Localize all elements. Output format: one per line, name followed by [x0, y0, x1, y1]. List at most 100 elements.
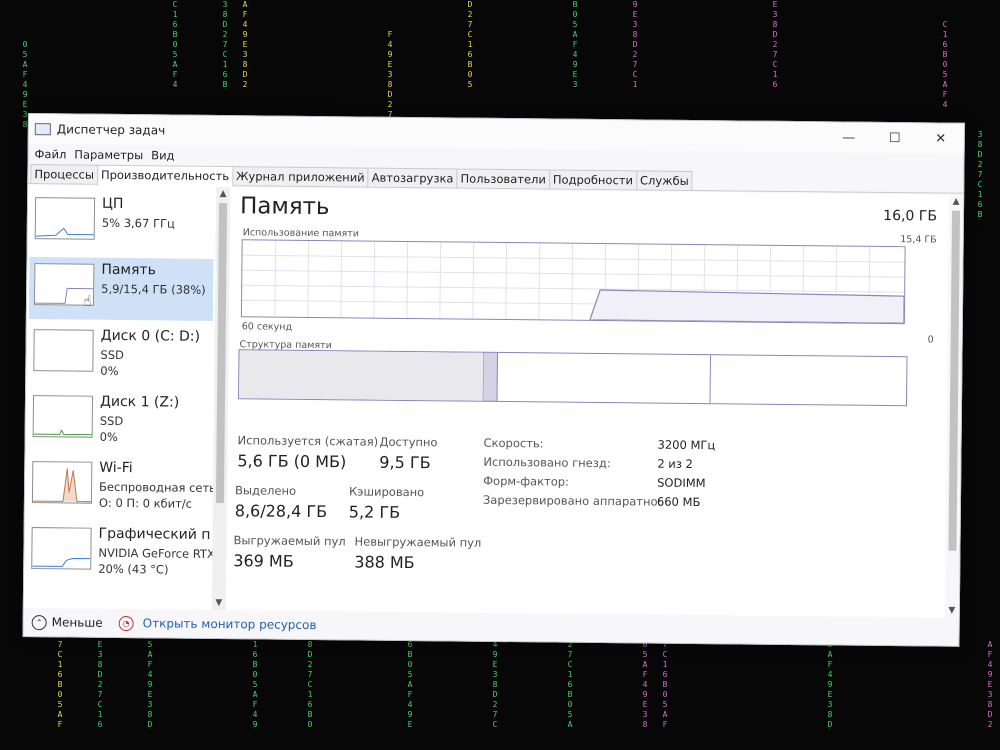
scroll-down-icon[interactable]: ▼ — [945, 604, 959, 618]
matrix-column: B 0 5 A F 4 9 E 3 — [572, 0, 578, 89]
matrix-column: 7 C 1 6 B 0 5 A F — [57, 640, 63, 729]
graph-time-end: 0 — [927, 334, 934, 346]
sidebar-item-gpu[interactable]: Графический п NVIDIA GeForce RTX 20% (43… — [26, 521, 215, 585]
matrix-column: 6 B 0 5 A F 4 9 E — [407, 640, 413, 729]
hardware-reserved-value: 660 МБ — [656, 494, 701, 510]
nonpaged-pool-label: Невыгружаемый пул — [354, 534, 482, 550]
maximize-button[interactable]: ☐ — [872, 123, 918, 153]
matrix-column: 5 A F 4 9 E 3 8 D — [827, 640, 833, 729]
cpu-thumbnail-graph — [34, 197, 96, 240]
matrix-column: A F 4 9 E 3 8 D 2 — [242, 0, 248, 89]
matrix-column: F 4 9 E 3 8 D 2 7 — [387, 30, 393, 119]
hardware-reserved-label: Зарезервировано аппаратно: — [482, 492, 662, 509]
matrix-column: D 2 7 C 1 6 B 0 5 — [467, 0, 473, 89]
tab-startup[interactable]: Автозагрузка — [367, 167, 458, 188]
form-factor-label: Форм-фактор: — [483, 473, 570, 489]
tab-processes[interactable]: Процессы — [30, 164, 99, 184]
wifi-thumbnail-graph — [31, 461, 93, 504]
tab-details[interactable]: Подробности — [548, 169, 638, 190]
sidebar-item-usage: 20% (43 °C) — [98, 561, 169, 577]
matrix-column: 4 9 E 3 8 D 2 7 C — [492, 640, 498, 729]
committed-label: Выделено — [234, 483, 297, 498]
sidebar-item-usage: 0% — [100, 363, 119, 378]
memory-usage-graph — [240, 239, 906, 325]
sidebar-item-title: Диск 1 (Z:) — [99, 393, 180, 411]
matrix-column: E 3 8 D 2 7 C 1 6 — [772, 0, 778, 89]
menu-file[interactable]: Файл — [30, 147, 70, 161]
minimize-button[interactable]: — — [826, 122, 872, 152]
paged-pool-label: Выгружаемый пул — [233, 533, 346, 549]
sidebar-item-detail: Беспроводная сеть — [99, 479, 217, 495]
scrollbar-thumb[interactable] — [948, 210, 961, 551]
sidebar-item-title: ЦП — [101, 195, 124, 213]
sidebar-item-usage: О: 0 П: 0 кбит/с — [98, 495, 193, 511]
matrix-column: 2 7 C 1 6 B 0 5 A — [567, 640, 573, 729]
memory-composition-bar — [238, 349, 908, 407]
page-title: Память — [239, 193, 330, 221]
sidebar-item-disk1[interactable]: Диск 1 (Z:) SSD 0% — [27, 389, 212, 453]
resource-monitor-icon: ◔ — [118, 615, 134, 631]
sidebar-item-title: Диск 0 (C: D:) — [100, 327, 201, 345]
sidebar-item-detail: 5,9/15,4 ГБ (38%) — [101, 281, 206, 297]
disk0-thumbnail-graph — [33, 329, 94, 372]
sidebar-item-detail: SSD — [100, 347, 125, 363]
nonpaged-pool-value: 388 МБ — [354, 552, 415, 573]
gpu-thumbnail-graph — [31, 527, 92, 570]
sidebar-item-disk0[interactable]: Диск 0 (C: D:) SSD 0% — [28, 323, 213, 387]
fewer-details-button[interactable]: Меньше — [52, 615, 103, 630]
available-label: Доступно — [379, 434, 438, 450]
matrix-column: A F 4 9 E 3 8 D 2 — [987, 640, 993, 729]
menu-options[interactable]: Параметры — [70, 147, 147, 162]
memory-composition-svg — [239, 350, 712, 404]
window-title: Диспетчер задач — [56, 122, 166, 138]
available-value: 9,5 ГБ — [379, 452, 431, 473]
memory-total: 16,0 ГБ — [883, 207, 938, 225]
paged-pool-value: 369 МБ — [233, 551, 294, 571]
tab-users[interactable]: Пользователи — [456, 168, 550, 189]
sidebar-scrollbar[interactable]: ▲ ▼ — [211, 186, 231, 611]
sidebar-item-wifi[interactable]: Wi-Fi Беспроводная сеть О: 0 П: 0 кбит/с — [27, 455, 216, 519]
hand-cursor-icon: ☝ — [82, 293, 92, 310]
disk1-thumbnail-graph — [32, 395, 94, 438]
scrollbar-thumb[interactable] — [215, 203, 228, 504]
usage-graph-max: 15,4 ГБ — [900, 234, 937, 246]
sidebar-item-cpu[interactable]: ЦП 5% 3,67 ГГц — [30, 191, 215, 255]
memory-panel: Память 16,0 ГБ Использование памяти 15,4… — [230, 187, 947, 617]
scroll-up-icon[interactable]: ▲ — [216, 187, 230, 201]
sidebar-item-memory[interactable]: Память 5,9/15,4 ГБ (38%) ☝ — [28, 257, 214, 321]
tab-app-history[interactable]: Журнал приложений — [231, 166, 369, 187]
task-manager-window: Диспетчер задач — ☐ ✕ Файл Параметры Вид… — [22, 113, 965, 647]
sidebar-item-detail: 5% 3,67 ГГц — [101, 215, 175, 231]
scroll-up-icon[interactable]: ▲ — [949, 195, 963, 209]
tab-services[interactable]: Службы — [635, 170, 693, 190]
matrix-column: 3 8 D 2 7 C 1 6 B — [222, 0, 228, 89]
main-scrollbar[interactable]: ▲ ▼ — [944, 194, 964, 618]
matrix-column: 5 A F 4 9 E 3 8 D — [147, 640, 153, 729]
graph-time-start: 60 секунд — [241, 321, 293, 333]
open-resource-monitor-link[interactable]: Открыть монитор ресурсов — [143, 616, 317, 632]
in-use-value: 5,6 ГБ (0 МБ) — [237, 451, 347, 472]
usage-graph-label: Использование памяти — [242, 227, 359, 240]
close-button[interactable]: ✕ — [918, 123, 964, 153]
sidebar-item-title: Память — [101, 261, 156, 279]
matrix-column: 9 E 3 8 D 2 7 C 1 — [632, 0, 638, 89]
scroll-down-icon[interactable]: ▼ — [212, 596, 226, 610]
tab-performance[interactable]: Производительность — [96, 164, 234, 188]
matrix-column: 7 C 1 6 B 0 5 A F — [662, 640, 668, 729]
slots-label: Использовано гнезд: — [483, 454, 611, 471]
sidebar-item-title: Графический п — [98, 525, 211, 543]
performance-body: ЦП 5% 3,67 ГГц Память 5,9/15,4 ГБ (38%) … — [23, 185, 964, 618]
form-factor-value: SODIMM — [657, 475, 706, 491]
cached-label: Кэшировано — [348, 484, 425, 500]
slots-value: 2 из 2 — [657, 456, 693, 471]
sidebar-item-title: Wi-Fi — [99, 459, 133, 477]
sidebar-item-usage: 0% — [99, 429, 118, 444]
sidebar-item-detail: NVIDIA GeForce RTX — [98, 545, 215, 561]
matrix-column: 0 5 A F 4 9 E 3 8 — [642, 640, 648, 729]
menu-view[interactable]: Вид — [147, 148, 178, 162]
cached-value: 5,2 ГБ — [348, 502, 401, 522]
matrix-column: C 1 6 B 0 5 A F 4 — [172, 0, 178, 89]
sidebar-item-detail: SSD — [99, 413, 124, 429]
speed-value: 3200 МГц — [657, 437, 716, 453]
chevron-up-icon[interactable]: ⌃ — [31, 614, 47, 630]
